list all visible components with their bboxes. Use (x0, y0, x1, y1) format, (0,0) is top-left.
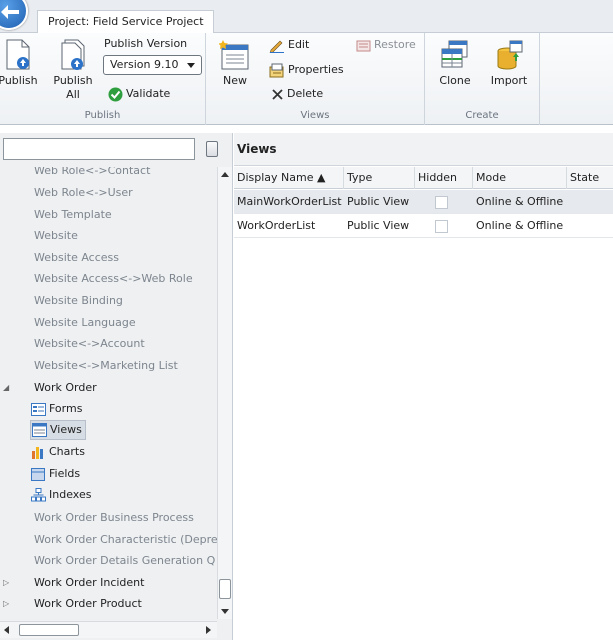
solution-explorer: Web Role<->Contact Web Role<->User Web T… (0, 133, 233, 640)
fields-icon (31, 467, 45, 481)
charts-icon (32, 447, 43, 459)
clone-icon (441, 40, 468, 68)
back-button[interactable] (0, 0, 28, 30)
cell-mode: Online & Offline (476, 219, 564, 232)
tree-item[interactable]: Work Order Details Generation Q (0, 550, 218, 571)
tree-item[interactable]: Website<->Marketing List (0, 355, 218, 376)
ribbon: Publish Publish All Publish Version Vers… (0, 33, 613, 125)
tree-item[interactable]: Website<->Account (0, 333, 218, 354)
tree-vertical-scrollbar[interactable] (217, 167, 232, 619)
tree-item[interactable]: Website Language (0, 312, 218, 333)
validate-button[interactable]: Validate (108, 85, 170, 103)
tree-item[interactable]: Work Order Characteristic (Depre (0, 529, 218, 550)
cell-display-name: WorkOrderList (237, 219, 316, 232)
tree-item-work-order-product[interactable]: ▷ Work Order Product (0, 593, 218, 614)
views-group-label: Views (300, 110, 330, 121)
tree-item[interactable]: Website (0, 225, 218, 246)
tree-horizontal-scrollbar[interactable] (0, 621, 217, 638)
tree-child-indexes[interactable]: Indexes (30, 485, 94, 505)
publish-icon (6, 39, 30, 70)
cell-display-name: MainWorkOrderList (237, 195, 342, 208)
tree-item-work-order[interactable]: ◢ Work Order (0, 377, 218, 398)
restore-button[interactable]: Restore (356, 36, 416, 54)
import-button[interactable]: Import (487, 39, 531, 88)
delete-button[interactable]: Delete (271, 85, 323, 103)
table-row[interactable]: MainWorkOrderList Public View Online & O… (234, 190, 613, 214)
tree-item[interactable]: Website Access (0, 247, 218, 268)
publish-all-icon (61, 39, 85, 70)
views-panel-title: Views (234, 133, 613, 166)
scroll-thumb[interactable] (19, 624, 79, 636)
column-header-hidden[interactable]: Hidden (415, 167, 473, 189)
views-panel: Views Display Name ▲ Type Hidden Mode St… (234, 133, 613, 640)
scroll-thumb[interactable] (219, 579, 231, 599)
publish-group: Publish Publish All Publish Version Vers… (0, 33, 206, 125)
component-tree: Web Role<->Contact Web Role<->User Web T… (0, 167, 218, 619)
indexes-icon (31, 488, 46, 502)
tree-item[interactable]: Website Access<->Web Role (0, 268, 218, 289)
table-row[interactable]: WorkOrderList Public View Online & Offli… (234, 214, 613, 238)
publish-button[interactable]: Publish (0, 39, 38, 88)
tree-item[interactable]: Web Role<->User (0, 182, 218, 203)
clone-button[interactable]: Clone (435, 39, 475, 88)
tree-child-charts[interactable]: Charts (30, 442, 88, 462)
cell-type: Public View (347, 219, 410, 232)
create-group-label: Create (465, 110, 499, 121)
publish-all-button[interactable]: Publish All (53, 39, 93, 102)
scroll-right-arrow-icon[interactable] (206, 626, 211, 634)
publish-version-select[interactable]: Version 9.10 (103, 55, 202, 75)
cell-type: Public View (347, 195, 410, 208)
views-group: New Edit Properties Delete Restore Views (206, 33, 425, 125)
tree-item[interactable]: Work Order Business Process (0, 507, 218, 528)
import-icon (497, 40, 523, 70)
new-view-icon (218, 40, 249, 70)
grid-header: Display Name ▲ Type Hidden Mode State (234, 167, 613, 189)
tree-item[interactable]: Website Binding (0, 290, 218, 311)
check-circle-icon (108, 87, 123, 101)
back-arrow-icon (1, 5, 19, 19)
edit-icon (269, 40, 284, 53)
project-tab[interactable]: Project: Field Service Project (37, 10, 214, 34)
publish-version-label: Publish Version (104, 37, 188, 50)
hidden-checkbox[interactable] (435, 220, 448, 233)
new-view-button[interactable]: New (218, 39, 252, 88)
collapsed-triangle-icon[interactable]: ▷ (3, 572, 9, 593)
tree-item-work-order-incident[interactable]: ▷ Work Order Incident (0, 572, 218, 593)
scroll-left-arrow-icon[interactable] (4, 626, 9, 634)
column-header-mode[interactable]: Mode (473, 167, 567, 189)
tree-child-fields[interactable]: Fields (30, 464, 83, 484)
properties-icon (269, 63, 284, 77)
tree-item[interactable]: Web Role<->Contact (0, 167, 218, 181)
delete-x-icon (272, 88, 283, 100)
publish-group-label: Publish (84, 110, 121, 121)
column-header-type[interactable]: Type (344, 167, 415, 189)
cell-mode: Online & Offline (476, 195, 564, 208)
hidden-checkbox[interactable] (435, 196, 448, 209)
expanded-triangle-icon[interactable]: ◢ (3, 377, 9, 398)
tree-child-forms[interactable]: Forms (30, 399, 85, 419)
tree-item[interactable]: Web Template (0, 204, 218, 225)
column-header-state[interactable]: State (567, 167, 613, 189)
collapsed-triangle-icon[interactable]: ▷ (3, 593, 9, 614)
scroll-down-arrow-icon[interactable] (221, 609, 229, 614)
chevron-down-icon (187, 63, 195, 68)
views-icon (32, 423, 47, 437)
top-tab-strip: Project: Field Service Project (0, 0, 613, 34)
edit-button[interactable]: Edit (269, 36, 309, 54)
forms-icon (31, 402, 46, 416)
scroll-up-arrow-icon[interactable] (221, 172, 229, 177)
column-header-display-name[interactable]: Display Name ▲ (234, 167, 344, 189)
properties-button[interactable]: Properties (269, 61, 344, 79)
search-button[interactable] (206, 141, 218, 157)
search-input[interactable] (3, 138, 195, 160)
restore-icon (356, 40, 371, 51)
create-group: Clone Import Create (425, 33, 540, 125)
tree-child-views[interactable]: Views (30, 420, 86, 440)
